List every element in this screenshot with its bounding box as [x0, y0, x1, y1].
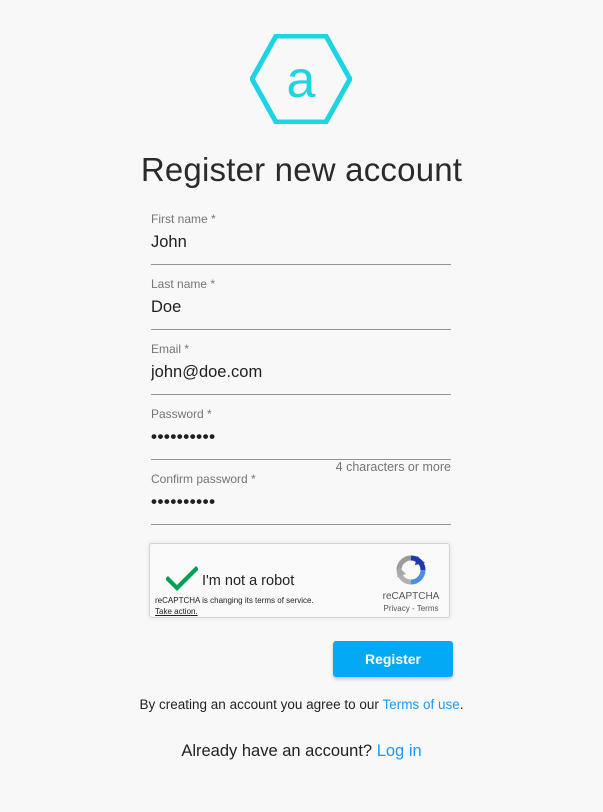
terms-notice: By creating an account you agree to our … [0, 697, 603, 712]
terms-notice-text: By creating an account you agree to our [139, 697, 383, 712]
recaptcha-widget: I'm not a robot reCAPTCHA is changing it… [149, 543, 450, 618]
confirm-password-field: Confirm password * [151, 472, 451, 525]
recaptcha-notice-text: reCAPTCHA is changing its terms of servi… [155, 596, 314, 605]
password-label: Password * [151, 407, 212, 421]
confirm-password-label: Confirm password * [151, 472, 256, 486]
checkmark-icon[interactable] [166, 566, 198, 592]
first-name-field: First name * [151, 212, 451, 265]
recaptcha-link-separator: - [409, 604, 417, 613]
confirm-password-underline [151, 524, 451, 525]
first-name-label: First name * [151, 212, 216, 226]
page-title: Register new account [140, 151, 463, 188]
last-name-label: Last name * [151, 277, 216, 291]
register-button[interactable]: Register [333, 641, 453, 677]
password-input[interactable] [151, 427, 451, 447]
login-prompt: Already have an account? Log in [0, 742, 603, 761]
last-name-field: Last name * [151, 277, 451, 330]
recaptcha-brand: reCAPTCHA [382, 591, 440, 602]
recaptcha-terms-link[interactable]: Terms [417, 604, 439, 613]
svg-text:a: a [287, 51, 316, 109]
take-action-link[interactable]: Take action. [155, 606, 314, 617]
confirm-password-input[interactable] [151, 492, 451, 512]
terms-of-use-link[interactable]: Terms of use [382, 697, 459, 712]
recaptcha-links: Privacy - Terms [375, 604, 447, 613]
last-name-input[interactable] [151, 297, 451, 317]
email-input[interactable] [151, 362, 451, 382]
recaptcha-notice: reCAPTCHA is changing its terms of servi… [155, 595, 314, 617]
password-field: Password * [151, 407, 451, 460]
recaptcha-logo-icon [396, 555, 426, 585]
terms-notice-period: . [459, 697, 464, 712]
first-name-underline [151, 264, 451, 265]
login-prompt-text: Already have an account? [181, 742, 377, 760]
email-label: Email * [151, 342, 190, 356]
email-field: Email * [151, 342, 451, 395]
email-underline [151, 394, 451, 395]
register-page: a Register new account First name * Last… [0, 0, 603, 812]
recaptcha-privacy-link[interactable]: Privacy [384, 604, 410, 613]
not-robot-label: I'm not a robot [202, 573, 295, 589]
app-logo-icon: a [250, 34, 352, 124]
first-name-input[interactable] [151, 232, 451, 252]
login-link[interactable]: Log in [377, 742, 422, 760]
last-name-underline [151, 329, 451, 330]
